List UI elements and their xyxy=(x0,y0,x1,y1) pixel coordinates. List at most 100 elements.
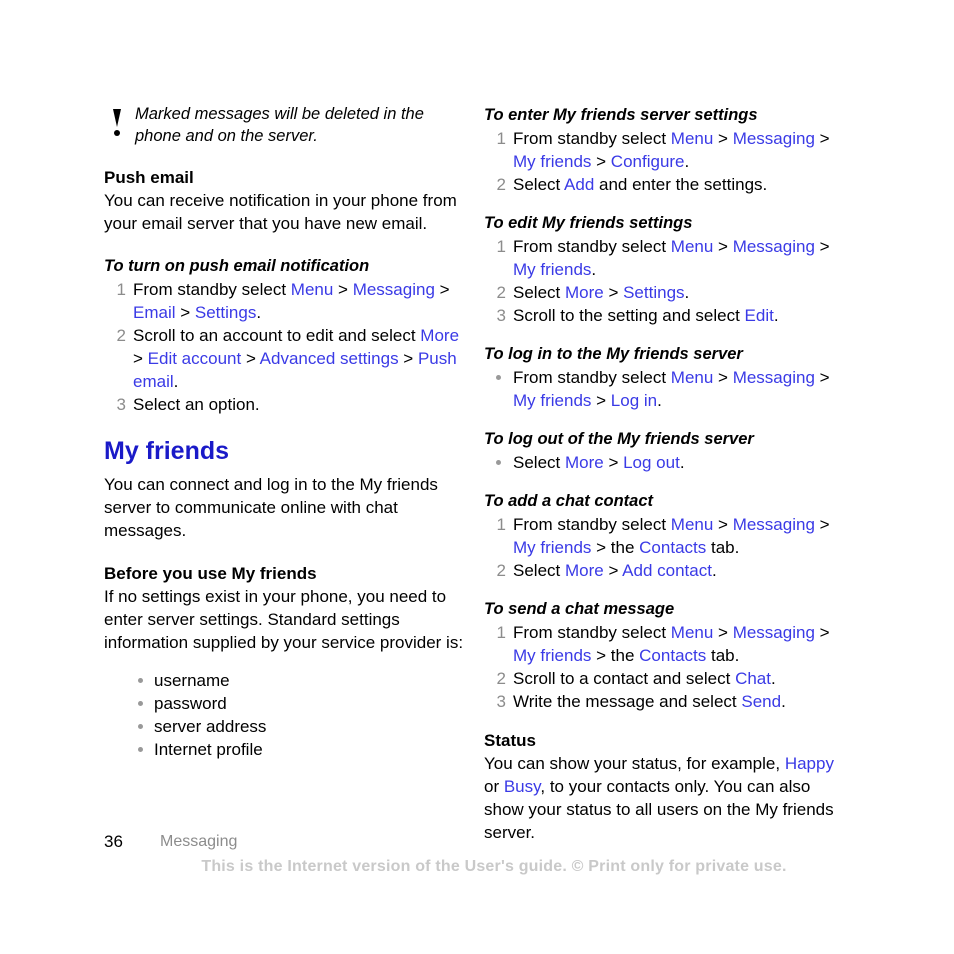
step-text: Select More > Log out. xyxy=(513,453,685,472)
step-text: From standby select Menu > Messaging > M… xyxy=(513,368,830,410)
exclamation-icon xyxy=(111,109,123,137)
ui-path-link: Advanced settings xyxy=(259,349,399,368)
list-item: password xyxy=(104,692,464,715)
text-run: and enter the settings. xyxy=(594,175,768,194)
ui-path-link: Messaging xyxy=(352,280,435,299)
step-text: From standby select Menu > Messaging > E… xyxy=(133,280,450,322)
chapter-name: Messaging xyxy=(160,833,238,850)
settings-bullet-list: username password server address Internet p… xyxy=(104,669,464,761)
path-separator: > xyxy=(713,623,733,642)
path-separator: > xyxy=(434,280,450,299)
text-run: or xyxy=(484,777,504,796)
ui-path-link: Menu xyxy=(670,515,714,534)
ui-path-link: Contacts xyxy=(639,646,707,665)
push-email-section: Push email You can receive notification … xyxy=(104,166,464,235)
ui-path-link: Messaging xyxy=(732,623,815,642)
step-number: 1 xyxy=(496,623,506,642)
path-separator: > xyxy=(713,368,733,387)
step-number: 2 xyxy=(116,326,126,345)
ui-path-link: My friends xyxy=(513,152,592,171)
step-number: 3 xyxy=(116,395,126,414)
text-run: Scroll to the setting and select xyxy=(513,306,745,325)
path-separator: > xyxy=(603,453,624,472)
path-separator: > xyxy=(591,391,611,410)
text-run: . xyxy=(657,391,662,410)
step-number: 1 xyxy=(496,129,506,148)
text-run: . xyxy=(684,152,690,171)
step-list: From standby select Menu > Messaging > M… xyxy=(484,366,844,412)
status-heading: Status xyxy=(484,731,536,750)
ui-path-link: Log out xyxy=(623,453,680,472)
text-run: . xyxy=(781,692,786,711)
text-run: From standby select xyxy=(513,129,671,148)
ui-path-link: More xyxy=(420,326,460,345)
ui-path-link: Messaging xyxy=(732,515,815,534)
ui-path-link: Settings xyxy=(623,283,685,302)
text-run: Select xyxy=(513,453,565,472)
text-run: You can show your status, for example, xyxy=(484,754,785,773)
text-run: From standby select xyxy=(513,623,671,642)
step-text: Select an option. xyxy=(133,395,260,414)
step-text: From standby select Menu > Messaging > M… xyxy=(513,129,830,171)
path-separator: > xyxy=(175,303,195,322)
page-title: My friends xyxy=(104,437,230,465)
ui-path-link: Edit xyxy=(744,306,774,325)
path-separator: > xyxy=(713,515,733,534)
before-use-body: If no settings exist in your phone, you … xyxy=(104,587,464,652)
text-run: . xyxy=(684,283,690,302)
ui-path-link: More xyxy=(564,561,604,580)
ui-path-link: Configure xyxy=(610,152,685,171)
procedure-heading: To log in to the My friends server xyxy=(484,345,743,363)
before-use-section: Before you use My friends If no settings… xyxy=(104,562,464,761)
note-text: Marked messages will be deleted in the p… xyxy=(135,105,424,145)
ui-path-link: Email xyxy=(133,303,176,322)
bullet-marker xyxy=(496,460,501,465)
procedure-edit-settings: To edit My friends settings 1 From standb… xyxy=(484,212,844,327)
note-callout: Marked messages will be deleted in the p… xyxy=(104,104,464,147)
ui-path-link: Log in xyxy=(610,391,658,410)
step-text: Select More > Add contact. xyxy=(513,561,717,580)
ui-path-link: Menu xyxy=(670,129,714,148)
step-number: 2 xyxy=(496,669,506,688)
step-item: 1 From standby select Menu > Messaging > … xyxy=(484,235,844,281)
list-item: Internet profile xyxy=(104,738,464,761)
step-item: 2 Scroll to a contact and select Chat. xyxy=(484,667,844,690)
ui-path-link: Menu xyxy=(670,623,714,642)
step-item: 1 From standby select Menu > Messaging > … xyxy=(484,621,844,667)
path-separator: > xyxy=(814,237,830,256)
ui-path-link: Contacts xyxy=(639,538,707,557)
text-run: From standby select xyxy=(513,368,671,387)
ui-path-link: Menu xyxy=(670,237,714,256)
step-list: 1 From standby select Menu > Messaging > … xyxy=(484,127,844,196)
step-text: From standby select Menu > Messaging > M… xyxy=(513,515,830,557)
step-list: 1 From standby select Menu > Messaging > … xyxy=(104,278,464,416)
path-separator: > xyxy=(591,152,611,171)
text-run: . xyxy=(711,561,717,580)
step-text: Select More > Settings. xyxy=(513,283,689,302)
text-run: Select an option. xyxy=(133,395,260,414)
procedure-heading: To edit My friends settings xyxy=(484,214,693,232)
text-run: Select xyxy=(513,561,565,580)
step-item: From standby select Menu > Messaging > M… xyxy=(484,366,844,412)
path-separator: > the xyxy=(591,538,640,557)
text-run: tab. xyxy=(706,646,740,665)
path-separator: > xyxy=(814,368,830,387)
ui-path-link: My friends xyxy=(513,646,592,665)
text-run: . xyxy=(770,669,776,688)
bullet-marker xyxy=(138,724,143,729)
text-run: Select xyxy=(513,175,565,194)
step-item: 2 Select Add and enter the settings. xyxy=(484,173,844,196)
step-list: Select More > Log out. xyxy=(484,451,844,474)
list-item-label: username xyxy=(154,671,230,690)
step-number: 1 xyxy=(496,515,506,534)
step-text: Scroll to a contact and select Chat. xyxy=(513,669,776,688)
bullet-marker xyxy=(138,747,143,752)
step-number: 3 xyxy=(496,692,506,711)
ui-path-link: Messaging xyxy=(732,129,815,148)
text-run: . xyxy=(773,306,779,325)
step-number: 2 xyxy=(496,175,506,194)
procedure-log-in: To log in to the My friends server From … xyxy=(484,343,844,412)
step-item: Select More > Log out. xyxy=(484,451,844,474)
copyright-notice: This is the Internet version of the User… xyxy=(201,858,787,875)
bullet-marker xyxy=(138,701,143,706)
